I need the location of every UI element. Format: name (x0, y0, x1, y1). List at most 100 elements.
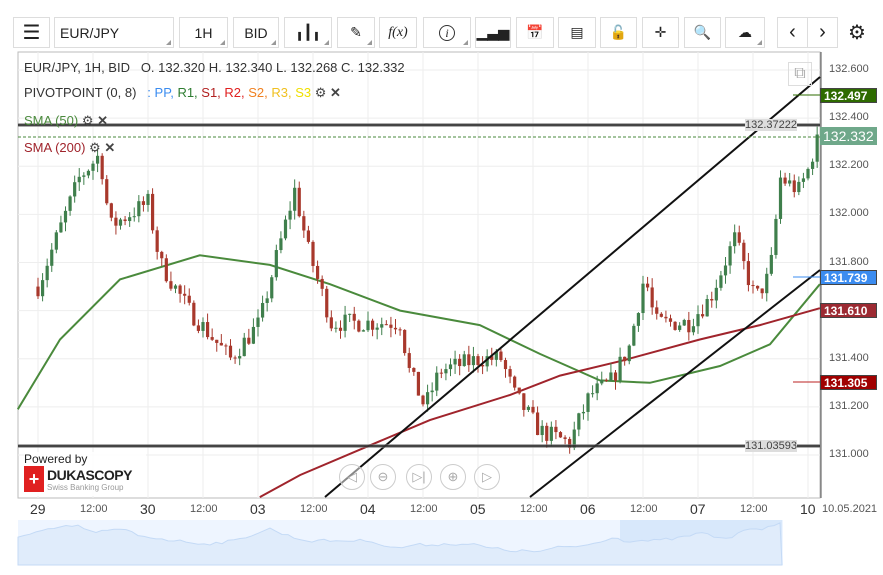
candle-body (352, 313, 356, 321)
scroll-forward-button[interactable]: ▷ (474, 464, 500, 490)
candle-body (187, 295, 191, 303)
zoom-in-button[interactable]: ⊕ (440, 464, 466, 490)
brand-name: DUKASCOPY (47, 466, 132, 483)
time-tick: 04 (360, 501, 376, 517)
candle-body (407, 353, 411, 368)
candle-body (398, 329, 402, 331)
candle-body (50, 249, 54, 266)
candle-body (329, 317, 333, 329)
candle-body (59, 222, 63, 233)
candle-body (192, 302, 196, 326)
candle-body (169, 281, 173, 289)
candle-body (201, 322, 205, 331)
candle-body (366, 320, 370, 331)
time-tick: 29 (30, 501, 46, 517)
candle-body (806, 168, 810, 179)
time-tick: 12:00 (190, 503, 218, 515)
scroll-back-button[interactable]: ◁ (339, 464, 365, 490)
candle-body (279, 238, 283, 251)
candle-body (150, 193, 155, 231)
brand-sub: Swiss Banking Group (47, 482, 124, 492)
candle-body (733, 232, 737, 247)
candle-body (54, 232, 58, 250)
candle-body (458, 358, 462, 367)
sma200-tag: 131.610 (820, 303, 877, 318)
time-tick: 05 (470, 501, 486, 517)
sma50-settings-icon[interactable]: ⚙ (82, 113, 94, 128)
candle-body (503, 360, 508, 370)
current-price-tag: 132.332 (820, 127, 877, 145)
candle-body (682, 319, 686, 326)
candle-body (760, 288, 764, 294)
price-tick: 131.000 (829, 448, 869, 460)
candle-body (467, 354, 471, 366)
candle-body (164, 258, 168, 282)
candle-body (146, 193, 150, 205)
candle-body (549, 426, 553, 441)
candle-body (315, 265, 320, 279)
candle-body (581, 411, 586, 414)
candle-body (416, 371, 421, 396)
pivot-item: S3 (295, 85, 312, 100)
sma50-close-icon[interactable]: ✕ (97, 113, 108, 128)
candle-body (311, 241, 315, 266)
candle-body (719, 275, 723, 288)
go-to-end-button[interactable]: ▷| (406, 464, 432, 490)
candle-body (590, 393, 595, 395)
candle-body (132, 216, 136, 218)
candle-body (609, 372, 613, 381)
sma200-close-icon[interactable]: ✕ (104, 140, 115, 155)
candle-body (375, 327, 379, 330)
candle-body (77, 176, 81, 183)
candle-body (380, 324, 384, 328)
candle-body (421, 395, 425, 405)
candle-body (293, 187, 297, 211)
price-tick: 131.400 (829, 351, 869, 364)
candle-body (219, 342, 223, 346)
pivot-item: PP, (154, 85, 178, 100)
candle-body (513, 376, 517, 388)
candle-body (302, 216, 306, 231)
zoom-in-icon: ⊕ (447, 469, 459, 484)
sma200-settings-icon[interactable]: ⚙ (89, 140, 101, 155)
time-tick: 07 (690, 501, 706, 517)
candle-body (522, 393, 526, 410)
candle-body (233, 357, 237, 359)
swiss-cross-logo: + (24, 466, 44, 492)
candle-body (499, 351, 503, 361)
candle-body (700, 314, 705, 317)
powered-by: Powered by (24, 452, 88, 466)
zoom-out-icon: ⊖ (377, 469, 389, 484)
candle-body (691, 326, 696, 333)
pivot-label: PIVOTPOINT (0, 8) (24, 85, 137, 100)
candle-body (604, 379, 608, 381)
pivot-close-icon[interactable]: ✕ (330, 85, 341, 100)
candle-body (224, 345, 228, 347)
popout-button[interactable]: ⧉ (788, 62, 812, 86)
candle-body (815, 134, 819, 162)
legend-ohlc: O. 132.320 H. 132.340 L. 132.268 C. 132.… (140, 60, 405, 75)
candle-body (600, 379, 604, 384)
candle-body (393, 327, 398, 330)
candle-body (627, 345, 631, 362)
candle-body (430, 390, 434, 393)
candle-body (357, 320, 361, 332)
candle-body (205, 322, 210, 338)
time-tick: 12:00 (410, 503, 438, 515)
candle-body (471, 356, 476, 366)
branding: Powered by + DUKASCOPY Swiss Banking Gro… (24, 452, 146, 496)
zoom-out-button[interactable]: ⊖ (370, 464, 396, 490)
candle-body (778, 177, 783, 219)
candle-body (389, 324, 393, 328)
price-tick: 132.200 (829, 159, 869, 172)
candle-body (723, 265, 728, 276)
candle-body (320, 278, 324, 289)
candle-body (247, 337, 251, 344)
candle-body (641, 283, 645, 314)
price-tick: 132.000 (829, 207, 869, 220)
candle-body (797, 181, 801, 193)
candle-body (91, 163, 95, 171)
time-tick: 12:00 (80, 503, 108, 515)
pivot-settings-icon[interactable]: ⚙ (315, 85, 327, 100)
candle-body (788, 180, 792, 184)
